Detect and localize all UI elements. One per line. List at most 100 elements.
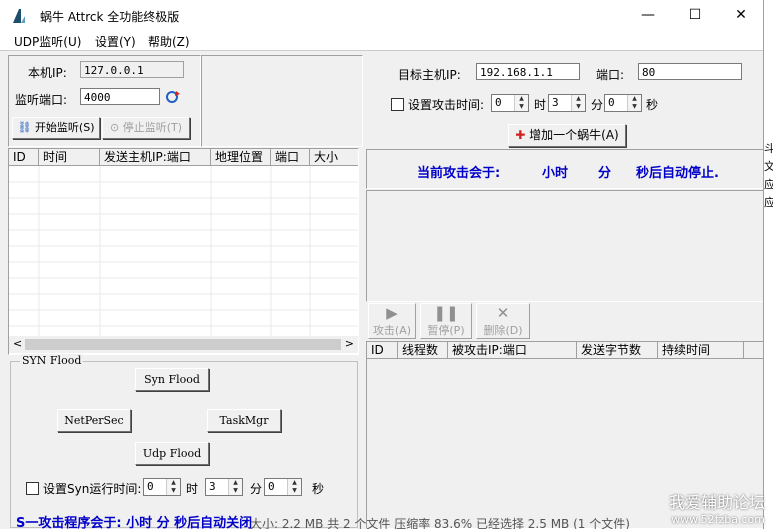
background-status-text: 大小: 2.2 MB 共 2 个文件 压缩率 83.6% 已经选择 2.5 MB… bbox=[250, 517, 630, 529]
scroll-left-arrow[interactable]: < bbox=[13, 337, 22, 350]
syn-flood-button[interactable]: Syn Flood bbox=[135, 368, 209, 391]
client-area: 本机IP: 127.0.0.1 监听端口: 4000 ⛓ 开始监听(S) ⊙ 停… bbox=[0, 50, 763, 529]
syn-flood-group-title: SYN Flood bbox=[20, 354, 84, 367]
add-snail-button[interactable]: ✚ 增加一个蜗牛(A) bbox=[508, 124, 626, 147]
col-bytes-sent[interactable]: 发送字节数 bbox=[577, 342, 658, 358]
start-listen-label: 开始监听(S) bbox=[34, 121, 95, 134]
delete-x-icon: ✕ bbox=[496, 304, 510, 322]
attack-log-panel[interactable] bbox=[366, 190, 763, 302]
attack-hour-unit: 时 bbox=[534, 98, 547, 112]
attack-seconds-spinner[interactable]: 0 ▲ ▼ bbox=[604, 94, 642, 112]
col-size[interactable]: 大小 bbox=[310, 149, 358, 165]
syn-second-unit: 秒 bbox=[312, 482, 325, 496]
local-ip-field: 127.0.0.1 bbox=[80, 61, 184, 78]
scroll-right-arrow[interactable]: > bbox=[345, 337, 354, 350]
minimize-button[interactable]: — bbox=[625, 0, 671, 30]
col-location[interactable]: 地理位置 bbox=[211, 149, 271, 165]
udp-flood-button[interactable]: Udp Flood bbox=[135, 442, 209, 465]
attack-button[interactable]: ▶ 攻击(A) bbox=[368, 303, 416, 339]
syn-minute-unit: 分 bbox=[250, 482, 263, 496]
attack-status-prefix: 当前攻击会于: bbox=[417, 166, 501, 181]
menu-help[interactable]: 帮助(Z) bbox=[148, 33, 190, 50]
col-time[interactable]: 时间 bbox=[39, 149, 100, 165]
syn-hours-value: 0 bbox=[147, 480, 154, 493]
syn-status-text: S一攻击程序会于: 小时 分 秒后自动关闭 bbox=[16, 516, 253, 529]
background-status-line: 大小: 2.2 MB 共 2 个文件 压缩率 83.6% 已经选择 2.5 MB… bbox=[250, 515, 650, 529]
list-grid-lines bbox=[9, 166, 358, 336]
listen-side-panel bbox=[201, 55, 363, 147]
add-snail-label: 增加一个蜗牛(A) bbox=[529, 128, 619, 142]
syn-hours-spinner[interactable]: 0 ▲ ▼ bbox=[143, 478, 181, 496]
attack-minute-unit: 分 bbox=[591, 98, 604, 112]
attack-seconds-value: 0 bbox=[608, 96, 615, 109]
col-target-ip-port[interactable]: 被攻击IP:端口 bbox=[448, 342, 577, 358]
watermark-line2: www.52fzba.com bbox=[671, 513, 765, 526]
menu-settings[interactable]: 设置(Y) bbox=[95, 33, 136, 50]
maximize-button[interactable]: ☐ bbox=[672, 0, 718, 30]
attack-time-label: 设置攻击时间: bbox=[408, 98, 485, 112]
spinner-arrows-icon[interactable]: ▲ ▼ bbox=[166, 479, 180, 495]
listen-port-input[interactable]: 4000 bbox=[80, 88, 160, 105]
received-list-header: ID 时间 发送主机IP:端口 地理位置 端口 大小 bbox=[9, 149, 358, 166]
menu-bar: UDP监听(U) 设置(Y) 帮助(Z) bbox=[0, 30, 763, 50]
add-red-cross-icon: ✚ bbox=[515, 128, 526, 142]
side-char: 文 bbox=[764, 160, 773, 173]
spinner-arrows-icon[interactable]: ▲ ▼ bbox=[514, 95, 528, 111]
syn-hour-unit: 时 bbox=[186, 482, 199, 496]
side-char: 应 bbox=[764, 196, 773, 209]
play-icon: ▶ bbox=[386, 304, 398, 322]
stop-listen-button[interactable]: ⊙ 停止监听(T) bbox=[102, 117, 190, 139]
netpersec-button[interactable]: NetPerSec bbox=[57, 409, 131, 432]
attack-minutes-value: 3 bbox=[552, 96, 559, 109]
col-threads[interactable]: 线程数 bbox=[398, 342, 448, 358]
site-watermark: 我爱辅助论坛 www.52fzba.com bbox=[669, 489, 765, 526]
syn-seconds-value: 0 bbox=[268, 480, 275, 493]
horizontal-scrollbar[interactable]: < > bbox=[9, 336, 358, 353]
target-port-input[interactable]: 80 bbox=[638, 63, 742, 80]
pause-icon: ❚❚ bbox=[433, 304, 459, 322]
syn-seconds-spinner[interactable]: 0 ▲ ▼ bbox=[264, 478, 302, 496]
syn-minutes-value: 3 bbox=[209, 480, 216, 493]
syn-minutes-spinner[interactable]: 3 ▲ ▼ bbox=[205, 478, 243, 496]
spinner-arrows-icon[interactable]: ▲ ▼ bbox=[571, 95, 585, 111]
menu-udp-listen[interactable]: UDP监听(U) bbox=[14, 33, 81, 50]
attack-time-checkbox[interactable] bbox=[391, 98, 404, 111]
app-window: 蜗牛 Attrck 全功能终极版 — ☐ ✕ UDP监听(U) 设置(Y) 帮助… bbox=[0, 0, 764, 529]
spinner-arrows-icon[interactable]: ▲ ▼ bbox=[287, 479, 301, 495]
attack-minutes-spinner[interactable]: 3 ▲ ▼ bbox=[548, 94, 586, 112]
side-char: 斗 bbox=[764, 142, 773, 155]
delete-button-label: 删除(D) bbox=[483, 324, 523, 337]
start-listen-button[interactable]: ⛓ 开始监听(S) bbox=[12, 117, 100, 139]
syn-time-label: 设置Syn运行时间: bbox=[43, 482, 142, 496]
received-packets-list[interactable]: ID 时间 发送主机IP:端口 地理位置 端口 大小 < > bbox=[8, 148, 359, 355]
background-side-column: 斗 文 应 应 bbox=[764, 140, 773, 240]
col-duration[interactable]: 持续时间 bbox=[658, 342, 744, 358]
attack-second-unit: 秒 bbox=[646, 98, 659, 112]
target-ip-input[interactable]: 192.168.1.1 bbox=[476, 63, 580, 80]
scrollbar-thumb[interactable] bbox=[25, 339, 341, 350]
target-ip-label: 目标主机IP: bbox=[398, 68, 461, 82]
attack-hours-spinner[interactable]: 0 ▲ ▼ bbox=[491, 94, 529, 112]
close-button[interactable]: ✕ bbox=[718, 0, 763, 30]
col-task-id[interactable]: ID bbox=[367, 342, 398, 358]
local-ip-label: 本机IP: bbox=[28, 66, 67, 80]
col-id[interactable]: ID bbox=[9, 149, 39, 165]
delete-button[interactable]: ✕ 删除(D) bbox=[476, 303, 530, 339]
taskmgr-button[interactable]: TaskMgr bbox=[207, 409, 281, 432]
attack-status-hour: 小时 bbox=[542, 166, 569, 181]
start-listen-icon: ⛓ bbox=[17, 121, 32, 134]
attack-list-header: ID 线程数 被攻击IP:端口 发送字节数 持续时间 bbox=[367, 342, 763, 359]
pause-button[interactable]: ❚❚ 暂停(P) bbox=[420, 303, 472, 339]
window-title: 蜗牛 Attrck 全功能终极版 bbox=[40, 10, 180, 24]
spinner-arrows-icon[interactable]: ▲ ▼ bbox=[627, 95, 641, 111]
refresh-icon[interactable] bbox=[164, 88, 182, 106]
target-port-label: 端口: bbox=[596, 68, 625, 82]
snail-app-icon bbox=[13, 9, 25, 23]
syn-time-checkbox[interactable] bbox=[26, 482, 39, 495]
spinner-arrows-icon[interactable]: ▲ ▼ bbox=[228, 479, 242, 495]
col-port[interactable]: 端口 bbox=[271, 149, 310, 165]
col-sender-ip-port[interactable]: 发送主机IP:端口 bbox=[100, 149, 211, 165]
title-bar: 蜗牛 Attrck 全功能终极版 — ☐ ✕ bbox=[0, 0, 763, 30]
attack-status-suffix: 秒后自动停止. bbox=[636, 166, 719, 181]
listen-port-label: 监听端口: bbox=[15, 93, 68, 107]
